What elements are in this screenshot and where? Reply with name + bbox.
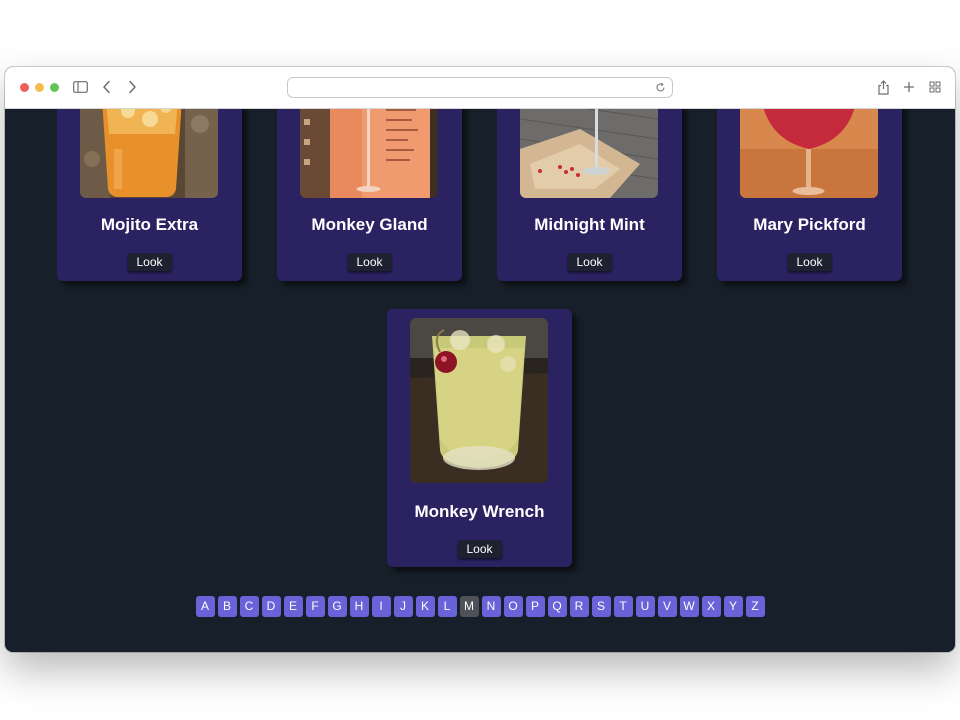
page-content: Mojito Extra Look Monkey Gland Look Midn… xyxy=(5,109,955,652)
letter-w-button[interactable]: W xyxy=(679,596,699,617)
reload-icon[interactable] xyxy=(654,80,666,94)
back-icon[interactable] xyxy=(99,78,113,96)
look-button[interactable]: Look xyxy=(787,253,832,271)
letter-r-button[interactable]: R xyxy=(569,596,589,617)
close-window-button[interactable] xyxy=(20,83,29,92)
letter-x-button[interactable]: X xyxy=(701,596,721,617)
look-button[interactable]: Look xyxy=(567,253,612,271)
letter-n-button[interactable]: N xyxy=(481,596,501,617)
letter-k-button[interactable]: K xyxy=(415,596,435,617)
letter-p-button[interactable]: P xyxy=(525,596,545,617)
tab-overview-icon[interactable] xyxy=(927,78,943,96)
letter-t-button[interactable]: T xyxy=(613,596,633,617)
minimize-window-button[interactable] xyxy=(35,83,44,92)
letter-j-button[interactable]: J xyxy=(393,596,413,617)
letter-g-button[interactable]: G xyxy=(327,596,347,617)
letter-d-button[interactable]: D xyxy=(261,596,281,617)
letter-i-button[interactable]: I xyxy=(371,596,391,617)
share-icon[interactable] xyxy=(875,78,891,96)
letter-h-button[interactable]: H xyxy=(349,596,369,617)
cocktail-card: Monkey Wrench Look xyxy=(387,309,572,567)
address-bar[interactable] xyxy=(287,77,673,98)
cocktail-card: Mojito Extra Look xyxy=(57,109,242,281)
letter-a-button[interactable]: A xyxy=(195,596,215,617)
look-button[interactable]: Look xyxy=(127,253,172,271)
letter-z-button[interactable]: Z xyxy=(745,596,765,617)
letter-e-button[interactable]: E xyxy=(283,596,303,617)
zoom-window-button[interactable] xyxy=(50,83,59,92)
letter-u-button[interactable]: U xyxy=(635,596,655,617)
cocktail-name: Midnight Mint xyxy=(534,215,645,234)
letter-s-button[interactable]: S xyxy=(591,596,611,617)
cocktail-name: Monkey Wrench xyxy=(414,502,545,521)
cocktail-name: Mary Pickford xyxy=(753,215,866,234)
cocktail-name: Mojito Extra xyxy=(100,215,199,234)
letter-o-button[interactable]: O xyxy=(503,596,523,617)
browser-toolbar xyxy=(5,67,955,109)
cocktail-photo[interactable] xyxy=(740,109,878,198)
letter-l-button[interactable]: L xyxy=(437,596,457,617)
sidebar-icon[interactable] xyxy=(72,78,88,96)
cocktail-card: Mary Pickford Look xyxy=(717,109,902,281)
letter-v-button[interactable]: V xyxy=(657,596,677,617)
letter-y-button[interactable]: Y xyxy=(723,596,743,617)
letter-m-button[interactable]: M xyxy=(459,596,479,617)
letter-q-button[interactable]: Q xyxy=(547,596,567,617)
cocktail-card: Midnight Mint Look xyxy=(497,109,682,281)
new-tab-icon[interactable] xyxy=(901,78,917,96)
alphabet-filter: ABCDEFGHIJKLMNOPQRSTUVWXYZ xyxy=(5,596,955,617)
cocktail-name: Monkey Gland xyxy=(311,215,428,234)
letter-b-button[interactable]: B xyxy=(217,596,237,617)
look-button[interactable]: Look xyxy=(347,253,392,271)
forward-icon[interactable] xyxy=(125,78,139,96)
cocktail-photo[interactable] xyxy=(80,109,218,198)
letter-c-button[interactable]: C xyxy=(239,596,259,617)
look-button[interactable]: Look xyxy=(457,540,502,558)
cocktail-photo[interactable] xyxy=(300,109,438,198)
browser-window: Mojito Extra Look Monkey Gland Look Midn… xyxy=(5,67,955,652)
cocktail-card: Monkey Gland Look xyxy=(277,109,462,281)
cocktail-photo[interactable] xyxy=(410,318,548,483)
letter-f-button[interactable]: F xyxy=(305,596,325,617)
cocktail-photo[interactable] xyxy=(520,109,658,198)
